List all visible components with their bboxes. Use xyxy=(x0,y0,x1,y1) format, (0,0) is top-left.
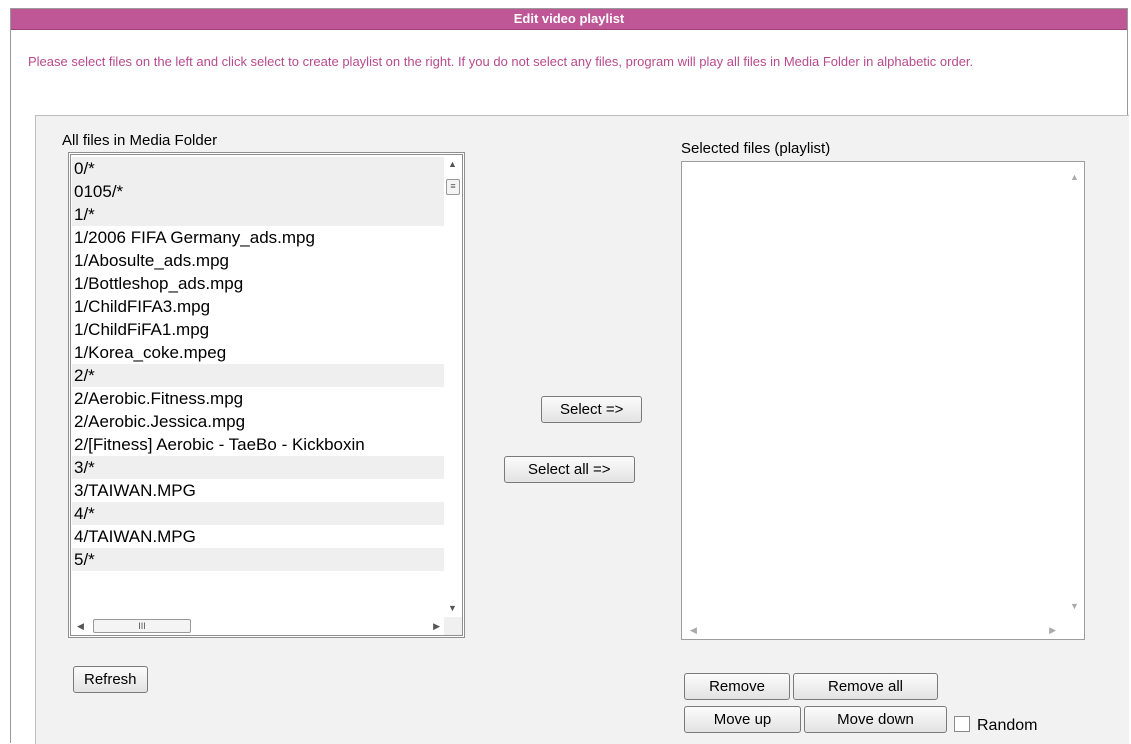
playlist-list[interactable] xyxy=(683,164,1066,621)
list-item[interactable]: 4/* xyxy=(72,502,444,525)
media-folder-label: All files in Media Folder xyxy=(62,132,218,149)
media-files-listbox[interactable]: 0/* 0105/* 1/* 1/2006 FIFA Germany_ads.mpg 1… xyxy=(68,152,465,638)
list-item[interactable]: 1/Abosulte_ads.mpg xyxy=(72,249,444,272)
playlist-panel: All files in Media Folder 0/* 0105/* 1/* 1/… xyxy=(35,115,1129,744)
refresh-button[interactable]: Refresh xyxy=(73,666,148,693)
list-item[interactable]: 1/* xyxy=(72,203,444,226)
move-down-button[interactable]: Move down xyxy=(804,706,947,733)
select-all-button[interactable]: Select all => xyxy=(504,456,635,483)
list-item[interactable]: 4/TAIWAN.MPG xyxy=(72,525,444,548)
list-item[interactable]: 1/Korea_coke.mpeg xyxy=(72,341,444,364)
random-label: Random xyxy=(977,717,1038,734)
list-item[interactable]: 1/ChildFiFA1.mpg xyxy=(72,318,444,341)
scroll-right-arrow-icon[interactable]: ▶ xyxy=(433,621,440,631)
list-item[interactable]: 3/* xyxy=(72,456,444,479)
list-item[interactable]: 3/TAIWAN.MPG xyxy=(72,479,444,502)
list-item[interactable]: 1/Bottleshop_ads.mpg xyxy=(72,272,444,295)
playlist-label: Selected files (playlist) xyxy=(681,140,831,157)
list-item[interactable]: 2/* xyxy=(72,364,444,387)
list-item[interactable]: 1/2006 FIFA Germany_ads.mpg xyxy=(72,226,444,249)
list-item[interactable]: 2/[Fitness] Aerobic - TaeBo - Kickboxin xyxy=(72,433,444,456)
scroll-up-arrow-icon[interactable]: ▲ xyxy=(1070,172,1079,182)
media-files-vertical-scrollbar[interactable]: ▲ ≡ ▼ xyxy=(444,155,462,617)
playlist-horizontal-scrollbar[interactable]: ◀ ▶ xyxy=(682,621,1066,639)
playlist-editor-frame: Edit video playlist Please select files … xyxy=(10,8,1129,744)
playlist-listbox[interactable]: ▲ ▼ ◀ ▶ xyxy=(681,161,1085,640)
remove-button[interactable]: Remove xyxy=(684,673,790,700)
scroll-left-arrow-icon[interactable]: ◀ xyxy=(690,625,697,635)
scroll-down-arrow-icon[interactable]: ▼ xyxy=(448,603,457,613)
media-files-list[interactable]: 0/* 0105/* 1/* 1/2006 FIFA Germany_ads.mpg 1… xyxy=(72,157,444,617)
scroll-up-arrow-icon[interactable]: ▲ xyxy=(448,159,457,169)
list-item[interactable]: 0105/* xyxy=(72,180,444,203)
random-checkbox[interactable] xyxy=(954,716,970,732)
list-item[interactable]: 1/ChildFIFA3.mpg xyxy=(72,295,444,318)
playlist-vertical-scrollbar[interactable]: ▲ ▼ xyxy=(1066,162,1084,621)
list-item[interactable]: 2/Aerobic.Jessica.mpg xyxy=(72,410,444,433)
scroll-right-arrow-icon[interactable]: ▶ xyxy=(1049,625,1056,635)
horizontal-scroll-thumb[interactable]: III xyxy=(93,619,191,633)
select-button[interactable]: Select => xyxy=(541,396,643,423)
page-title: Edit video playlist xyxy=(11,9,1127,30)
list-item[interactable]: 5/* xyxy=(72,548,444,571)
vertical-scroll-thumb[interactable]: ≡ xyxy=(446,179,460,195)
media-files-horizontal-scrollbar[interactable]: ◀ III ▶ xyxy=(71,617,444,635)
list-item[interactable]: 2/Aerobic.Fitness.mpg xyxy=(72,387,444,410)
scrollbar-corner xyxy=(444,617,462,635)
instructions-text: Please select files on the left and clic… xyxy=(28,54,974,69)
scroll-left-arrow-icon[interactable]: ◀ xyxy=(77,621,84,631)
list-item[interactable]: 0/* xyxy=(72,157,444,180)
remove-all-button[interactable]: Remove all xyxy=(793,673,938,700)
scroll-down-arrow-icon[interactable]: ▼ xyxy=(1070,601,1079,611)
move-up-button[interactable]: Move up xyxy=(684,706,801,733)
scrollbar-corner xyxy=(1066,621,1084,639)
